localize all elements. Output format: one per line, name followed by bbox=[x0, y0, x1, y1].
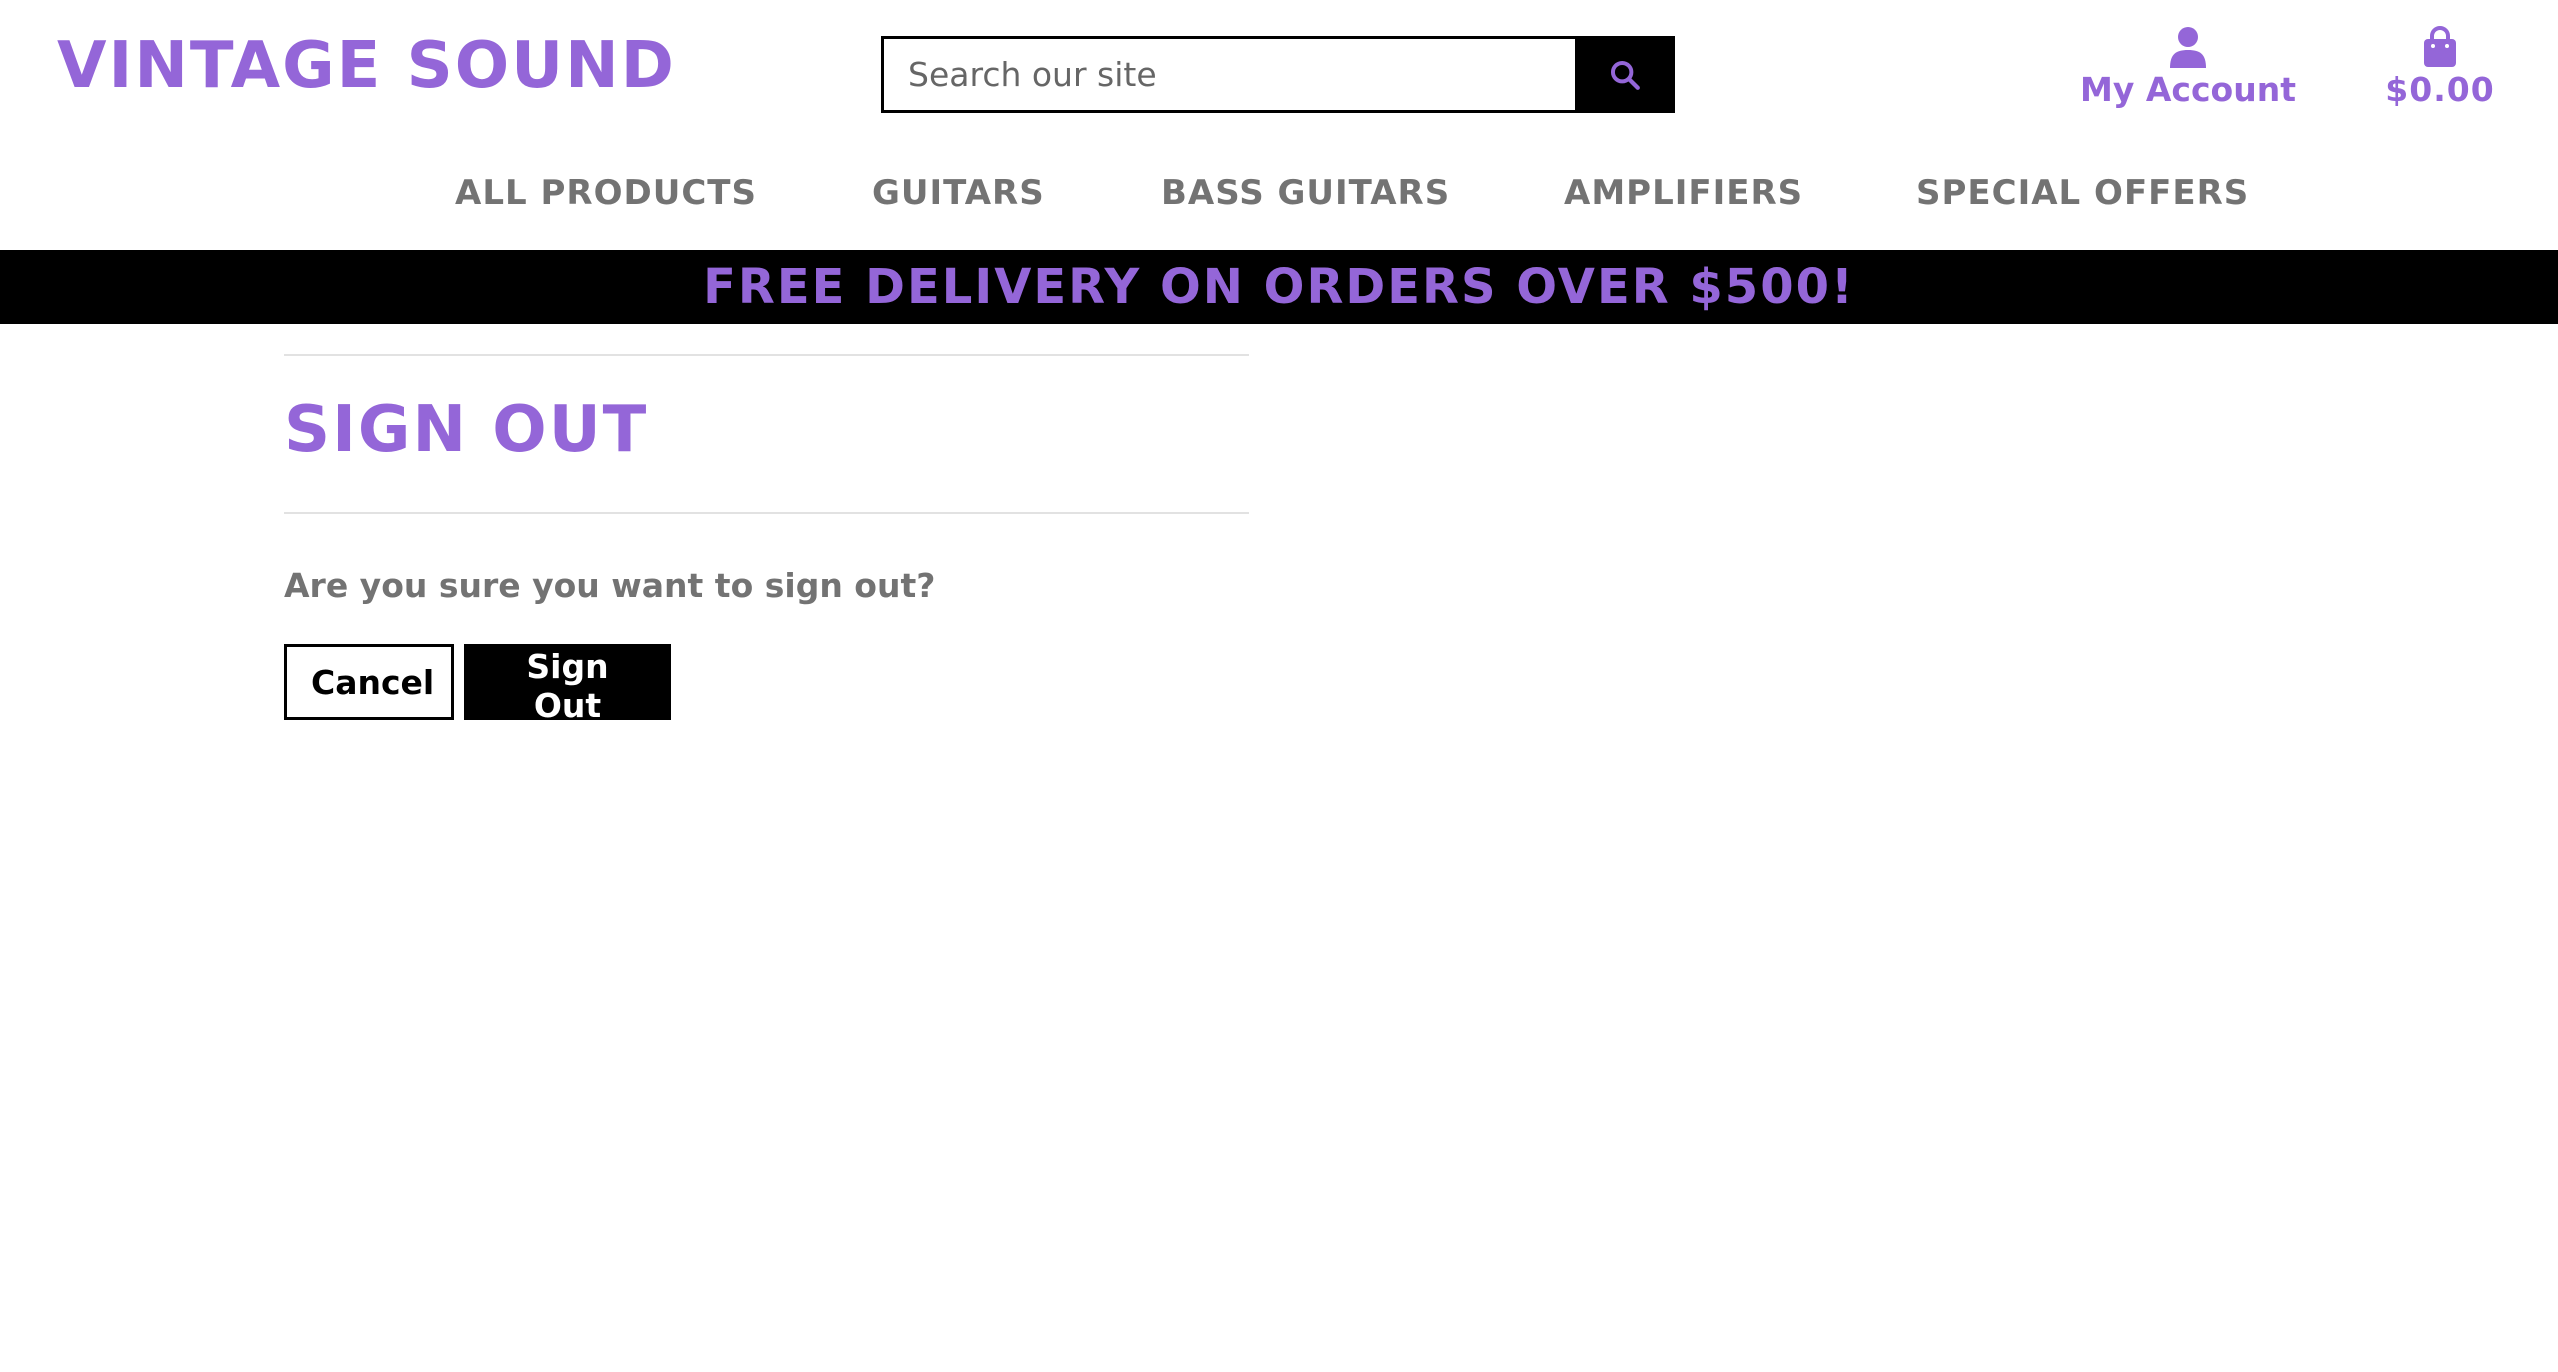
site-header: VINTAGE SOUND My Account $0.00 ALL PRODU… bbox=[0, 0, 2558, 250]
nav-item-all-products[interactable]: ALL PRODUCTS bbox=[455, 168, 757, 218]
cart-total: $0.00 bbox=[2385, 70, 2495, 109]
action-buttons: Cancel Sign Out bbox=[284, 644, 1249, 725]
main-nav: ALL PRODUCTS GUITARS BASS GUITARS AMPLIF… bbox=[0, 168, 2558, 218]
free-delivery-banner: FREE DELIVERY ON ORDERS OVER $500! bbox=[0, 250, 2558, 324]
divider bbox=[284, 354, 1249, 356]
user-icon bbox=[2170, 27, 2206, 68]
nav-item-special-offers[interactable]: SPECIAL OFFERS bbox=[1916, 168, 2249, 218]
my-account-label: My Account bbox=[2080, 70, 2296, 109]
nav-item-guitars[interactable]: GUITARS bbox=[872, 168, 1045, 218]
cancel-button[interactable]: Cancel bbox=[284, 644, 454, 720]
nav-item-bass-guitars[interactable]: BASS GUITARS bbox=[1161, 168, 1450, 218]
page-title: SIGN OUT bbox=[284, 393, 649, 467]
search-input[interactable] bbox=[881, 36, 1575, 113]
search-button[interactable] bbox=[1575, 36, 1675, 113]
shopping-bag-icon bbox=[2424, 26, 2456, 67]
my-account-link[interactable]: My Account bbox=[2070, 26, 2306, 109]
search-icon bbox=[1610, 60, 1640, 90]
divider bbox=[284, 512, 1249, 514]
search-form bbox=[881, 36, 1675, 113]
site-logo[interactable]: VINTAGE SOUND bbox=[57, 24, 676, 108]
nav-item-amplifiers[interactable]: AMPLIFIERS bbox=[1564, 168, 1803, 218]
sign-out-panel: SIGN OUT Are you sure you want to sign o… bbox=[284, 354, 1249, 725]
sign-out-button[interactable]: Sign Out bbox=[464, 644, 671, 725]
cart-link[interactable]: $0.00 bbox=[2370, 26, 2510, 109]
confirm-message: Are you sure you want to sign out? bbox=[284, 566, 936, 605]
